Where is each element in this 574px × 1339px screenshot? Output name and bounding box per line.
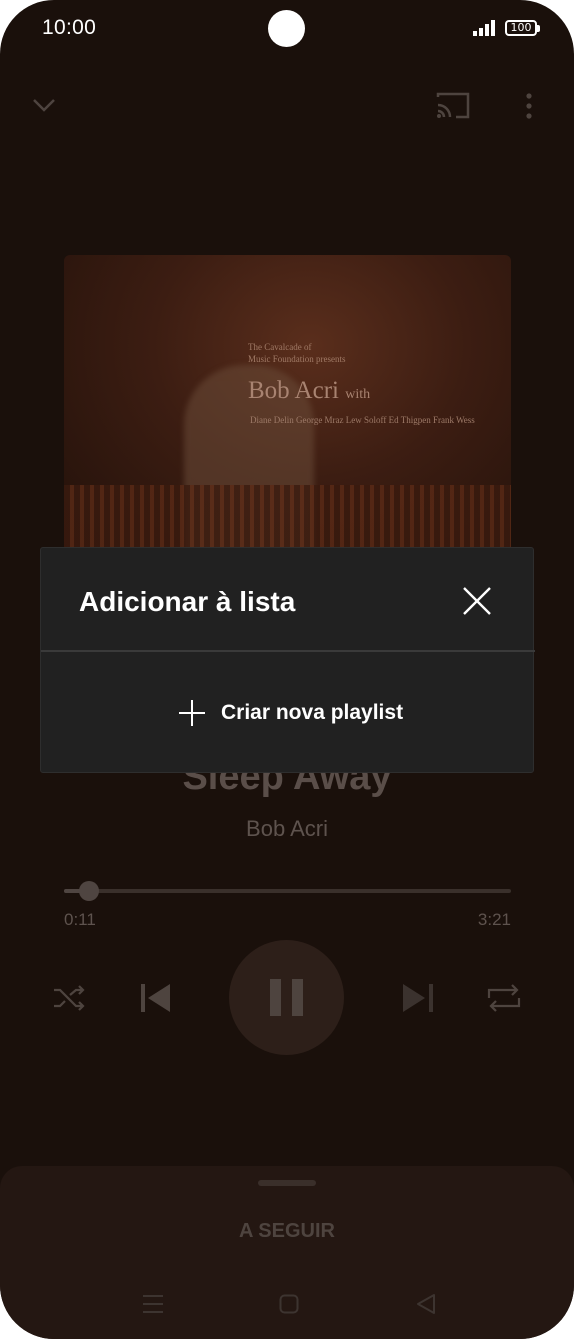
create-playlist-label: Criar nova playlist <box>221 701 404 724</box>
previous-icon[interactable] <box>140 982 172 1014</box>
album-header-line1: The Cavalcade of <box>248 342 312 352</box>
album-piano-keys <box>64 485 511 555</box>
home-icon[interactable] <box>279 1294 299 1314</box>
album-header-line2: Music Foundation presents <box>248 354 346 364</box>
elapsed-time: 0:11 <box>64 910 96 929</box>
status-time: 10:00 <box>42 16 97 39</box>
shuffle-icon[interactable] <box>52 984 86 1012</box>
album-with-text: with <box>345 387 371 402</box>
close-icon[interactable] <box>461 585 493 617</box>
seek-knob[interactable] <box>78 881 99 901</box>
front-camera <box>268 10 305 47</box>
repeat-icon[interactable] <box>486 982 522 1014</box>
cast-icon[interactable] <box>436 91 470 119</box>
next-icon[interactable] <box>402 982 434 1014</box>
album-header: The Cavalcade of Music Foundation presen… <box>248 341 346 365</box>
back-icon[interactable] <box>416 1293 436 1315</box>
more-vert-icon[interactable] <box>524 93 534 119</box>
chevron-down-icon[interactable] <box>32 96 56 114</box>
create-playlist-button[interactable]: Criar nova playlist <box>178 696 403 730</box>
duration-time: 3:21 <box>477 910 511 929</box>
dialog-title: Adicionar à lista <box>79 586 296 617</box>
drag-handle[interactable] <box>258 1180 316 1186</box>
status-bar: 10:00 100 <box>0 0 574 60</box>
artist-name: Bob Acri <box>246 816 328 841</box>
battery-icon: 100 <box>505 20 540 36</box>
album-credits: Diane Delin George Mraz Lew Soloff Ed Th… <box>250 415 475 425</box>
plus-icon <box>179 700 205 726</box>
album-artist-script: Bob Acri with <box>248 377 370 405</box>
phone-screen: 10:00 100 The Cavalcade of Music Foundat… <box>0 0 574 1339</box>
pause-icon <box>270 979 303 1016</box>
seek-bar[interactable] <box>64 881 511 901</box>
pause-button[interactable] <box>229 940 344 1055</box>
up-next-label: A SEGUIR <box>239 1220 335 1242</box>
album-artist-name: Bob Acri <box>248 377 339 404</box>
add-to-playlist-dialog: Adicionar à lista Criar nova playlist <box>40 547 535 773</box>
dialog-divider <box>41 650 535 652</box>
signal-icon <box>473 20 495 36</box>
album-art: The Cavalcade of Music Foundation presen… <box>64 255 511 555</box>
recent-apps-icon[interactable] <box>142 1294 164 1314</box>
